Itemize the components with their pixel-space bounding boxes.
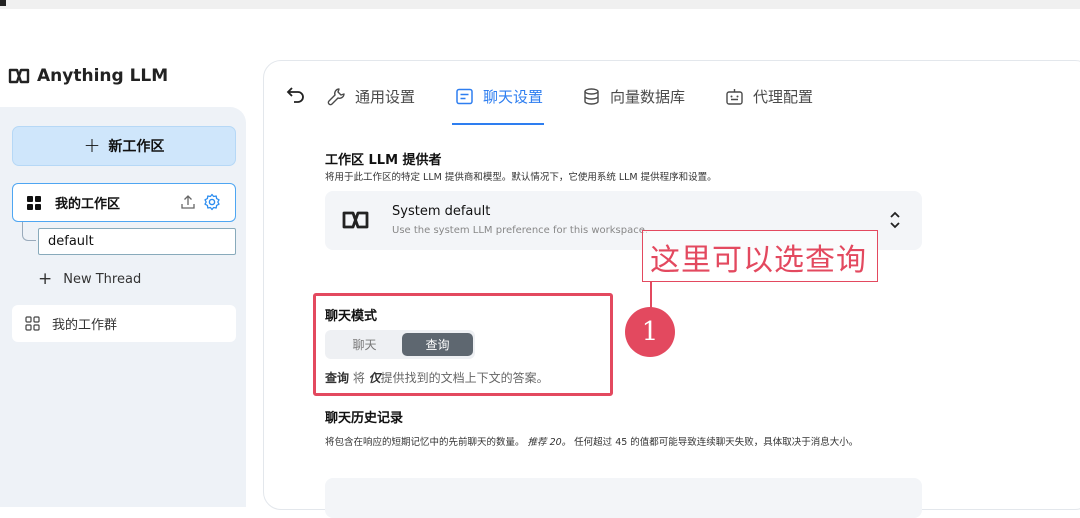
tab-label: 通用设置 (355, 88, 416, 106)
workspace-label: 我的工作群 (52, 318, 118, 333)
tab-general-settings[interactable]: 通用设置 (327, 86, 415, 107)
provider-description: Use the system LLM preference for this w… (392, 225, 649, 236)
workspace-grid-icon (27, 195, 41, 210)
mode-desc-emphasis: 仅 (368, 371, 381, 385)
chat-mode-toggle: 聊天 查询 (325, 330, 475, 359)
history-desc-a: 将包含在响应的短期记忆中的先前聊天的数量。 (325, 437, 525, 448)
chat-history-input[interactable] (325, 478, 922, 518)
tab-label: 聊天设置 (483, 88, 544, 106)
provider-name: System default (392, 204, 491, 219)
tab-agent-config[interactable]: 代理配置 (725, 86, 813, 107)
history-desc-b: 任何超过 45 的值都可能导致连续聊天失败，具体取决于消息大小。 (571, 437, 859, 448)
robot-icon (726, 89, 743, 105)
upload-icon[interactable] (180, 194, 196, 210)
chevron-up-down-icon (890, 211, 900, 229)
app-name: Anything LLM (37, 66, 169, 86)
anything-llm-logo-icon (8, 68, 30, 84)
thread-tree-connector (22, 222, 36, 241)
anything-llm-logo-icon (342, 211, 369, 229)
new-thread-button[interactable]: + New Thread (38, 269, 141, 289)
mode-desc-rest: 提供找到的文档上下文的答案。 (380, 371, 549, 385)
wrench-icon (327, 88, 345, 106)
tab-chat-settings[interactable]: 聊天设置 (455, 86, 543, 107)
workspace-item[interactable]: 我的工作群 (12, 305, 236, 342)
llm-provider-description: 将用于此工作区的特定 LLM 提供商和模型。默认情况下，它使用系统 LLM 提供… (325, 172, 717, 183)
chat-history-title: 聊天历史记录 (325, 411, 404, 426)
new-thread-label: New Thread (63, 271, 142, 287)
annotation-connector (650, 282, 652, 310)
workspace-label: 我的工作区 (55, 197, 121, 212)
history-desc-emphasis: 推荐 20。 (527, 437, 572, 448)
tab-label: 向量数据库 (610, 88, 686, 106)
mode-desc-mid: 将 (349, 371, 369, 385)
database-icon (584, 88, 599, 105)
app-logo: Anything LLM (7, 66, 168, 86)
chat-mode-option-query[interactable]: 查询 (402, 333, 473, 356)
annotation-step-badge: 1 (625, 307, 675, 357)
chat-mode-option-chat[interactable]: 聊天 (329, 333, 400, 356)
chat-history-description: 将包含在响应的短期记忆中的先前聊天的数量。 推荐 20。 任何超过 45 的值都… (325, 436, 925, 449)
active-tab-indicator (452, 123, 544, 125)
plus-icon: + (38, 269, 53, 289)
back-arrow-icon[interactable] (286, 86, 306, 104)
mode-desc-keyword: 查询 (325, 371, 350, 385)
thread-item-default[interactable]: default (38, 228, 236, 255)
chat-mode-title: 聊天模式 (325, 309, 378, 324)
workspace-grid-outline-icon (25, 316, 40, 331)
workspace-item-active[interactable]: 我的工作区 (12, 183, 236, 222)
annotation-text: 这里可以选查询 (650, 243, 867, 278)
chat-mode-description: 查询 将 仅提供找到的文档上下文的答案。 (325, 369, 549, 386)
tab-vector-database[interactable]: 向量数据库 (582, 86, 685, 107)
llm-provider-title: 工作区 LLM 提供者 (325, 153, 442, 168)
new-workspace-button[interactable]: + 新工作区 (12, 126, 236, 166)
tab-label: 代理配置 (753, 88, 814, 106)
chat-icon (456, 88, 473, 105)
new-workspace-label: 新工作区 (108, 139, 165, 155)
plus-icon: + (83, 133, 101, 157)
gear-icon[interactable] (203, 193, 221, 211)
window-title-bar (0, 0, 1080, 9)
